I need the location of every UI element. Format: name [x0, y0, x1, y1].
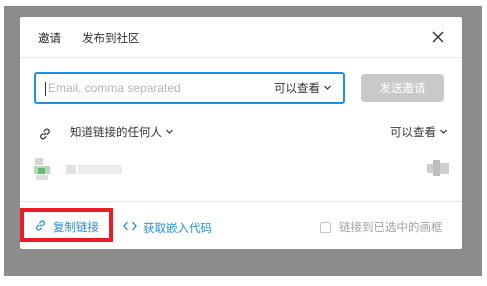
share-dialog: 邀请 发布到社区 可以查看 发送邀请 知道链接的任何人	[20, 17, 462, 249]
tab-publish-to-community[interactable]: 发布到社区	[82, 31, 140, 45]
invite-permission-select[interactable]: 可以查看	[274, 81, 332, 95]
link-permission-select[interactable]: 可以查看	[390, 125, 448, 139]
member-permission-blurred[interactable]	[427, 160, 449, 176]
dialog-header: 邀请 发布到社区	[20, 17, 462, 58]
dialog-footer: 复制链接 获取嵌入代码 链接到已选中的画框	[20, 201, 462, 249]
invite-permission-label: 可以查看	[274, 81, 320, 95]
chevron-down-icon	[439, 125, 448, 139]
link-selected-frame-label: 链接到已选中的画框	[339, 220, 443, 234]
link-audience-label: 知道链接的任何人	[70, 125, 162, 139]
avatar	[34, 158, 52, 180]
link-icon	[38, 126, 52, 140]
link-selected-frame-option[interactable]: 链接到已选中的画框	[320, 220, 443, 234]
link-selected-frame-checkbox[interactable]	[320, 221, 331, 233]
get-embed-code-button[interactable]: 获取嵌入代码	[123, 220, 212, 235]
link-share-row: 知道链接的任何人 可以查看	[38, 124, 448, 144]
chevron-down-icon	[165, 125, 174, 139]
member-row	[34, 155, 449, 185]
link-icon	[34, 219, 47, 235]
code-icon	[123, 220, 137, 235]
close-icon[interactable]	[429, 28, 447, 46]
link-audience-select[interactable]: 知道链接的任何人	[70, 125, 174, 139]
text-cursor	[45, 82, 46, 96]
email-input[interactable]	[48, 79, 253, 97]
tab-invite[interactable]: 邀请	[38, 31, 61, 45]
member-name-blurred	[66, 165, 126, 174]
chevron-down-icon	[323, 81, 332, 95]
send-invite-button[interactable]: 发送邀请	[361, 74, 444, 102]
link-permission-label: 可以查看	[390, 125, 436, 139]
email-field[interactable]: 可以查看	[34, 72, 345, 104]
embed-code-label: 获取嵌入代码	[143, 220, 212, 235]
copy-link-button[interactable]: 复制链接	[20, 208, 113, 242]
copy-link-label: 复制链接	[53, 220, 99, 234]
